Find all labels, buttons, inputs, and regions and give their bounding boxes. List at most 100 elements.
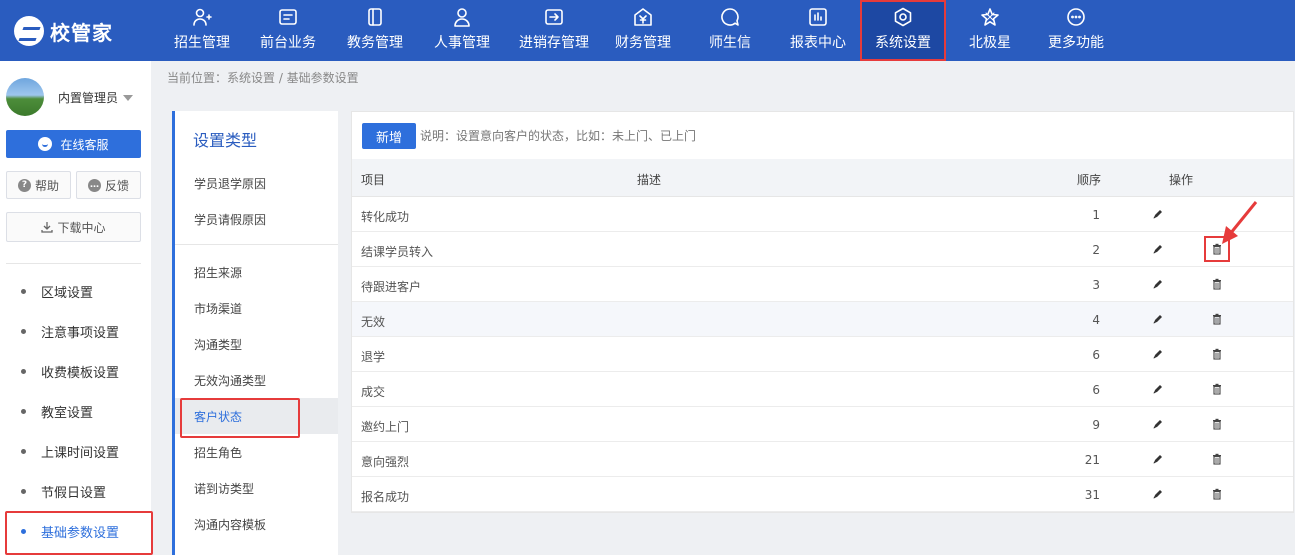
edit-icon[interactable]	[1152, 243, 1164, 255]
nav-item-2[interactable]: 教务管理	[332, 0, 418, 61]
column-header-order: 顺序	[1077, 173, 1102, 187]
inbox-arrow-icon	[544, 7, 564, 27]
category-item[interactable]: 沟通类型	[175, 326, 338, 362]
row-item: 待跟进客户	[361, 280, 422, 294]
chat-bubble-icon	[720, 7, 740, 27]
delete-icon[interactable]	[1211, 488, 1223, 500]
sidebar-menu-item[interactable]: 基础参数设置	[0, 511, 153, 555]
row-order: 2	[1092, 243, 1100, 257]
nav-item-5[interactable]: 财务管理	[602, 0, 684, 61]
bullet-icon	[21, 288, 26, 294]
feedback-button[interactable]: … 反馈	[76, 171, 141, 199]
category-divider	[175, 244, 338, 245]
nav-item-6[interactable]: 师生信	[684, 0, 776, 61]
nav-item-8[interactable]: 系统设置	[860, 0, 946, 61]
delete-icon[interactable]	[1211, 278, 1223, 290]
row-item: 退学	[361, 350, 386, 364]
delete-icon[interactable]	[1211, 383, 1223, 395]
category-item[interactable]: 学员请假原因	[175, 201, 338, 237]
delete-icon[interactable]	[1211, 348, 1223, 360]
nav-item-label: 报表中心	[790, 35, 846, 51]
category-item[interactable]: 沟通内容模板	[175, 506, 338, 542]
nav-item-label: 招生管理	[174, 35, 230, 51]
category-item[interactable]: 招生来源	[175, 254, 338, 290]
category-panel-title: 设置类型	[193, 131, 258, 150]
download-label: 下载中心	[57, 220, 106, 235]
user-name: 内置管理员	[58, 90, 119, 105]
add-button[interactable]: 新增	[362, 123, 416, 149]
row-order: 31	[1084, 488, 1100, 502]
nav-item-3[interactable]: 人事管理	[418, 0, 506, 61]
nav-item-0[interactable]: 招生管理	[160, 0, 244, 61]
category-item[interactable]: 客户状态	[175, 398, 338, 438]
person-add-icon	[192, 7, 212, 27]
edit-icon[interactable]	[1152, 418, 1164, 430]
edit-icon[interactable]	[1152, 278, 1164, 290]
sidebar-menu-item[interactable]: 收费模板设置	[0, 351, 151, 391]
edit-icon[interactable]	[1152, 313, 1164, 325]
table-row: 报名成功 31	[352, 477, 1293, 512]
category-item[interactable]: 学员退学原因	[175, 165, 338, 201]
nav-item-label: 系统设置	[875, 35, 931, 51]
question-icon: ?	[17, 178, 31, 192]
nav-item-4[interactable]: 进销存管理	[506, 0, 602, 61]
online-service-button[interactable]: 在线客服	[6, 130, 141, 158]
feedback-label: 反馈	[104, 178, 129, 193]
breadcrumb: 当前位置：系统设置 / 基础参数设置	[167, 71, 359, 85]
row-order: 6	[1092, 383, 1100, 397]
table-row: 转化成功 1	[352, 197, 1293, 232]
sidebar-menu-item[interactable]: 区域设置	[0, 271, 151, 311]
delete-icon[interactable]	[1211, 453, 1223, 465]
nav-item-label: 人事管理	[434, 35, 490, 51]
bullet-icon	[21, 528, 26, 534]
edit-icon[interactable]	[1152, 348, 1164, 360]
sidebar-menu-item[interactable]: 注意事项设置	[0, 311, 151, 351]
nav-item-1[interactable]: 前台业务	[244, 0, 332, 61]
edit-icon[interactable]	[1152, 383, 1164, 395]
category-item[interactable]: 市场渠道	[175, 290, 338, 326]
row-order: 3	[1092, 278, 1100, 292]
yen-house-icon	[633, 7, 653, 27]
sidebar-menu-item[interactable]: 教室设置	[0, 391, 151, 431]
more-dots-icon	[1066, 7, 1086, 27]
ellipsis-bubble-icon: …	[87, 178, 101, 192]
row-order: 1	[1092, 208, 1100, 222]
bullet-icon	[21, 488, 26, 494]
table-row: 邀约上门 9	[352, 407, 1293, 442]
nav-item-label: 更多功能	[1048, 35, 1104, 51]
edit-icon[interactable]	[1152, 453, 1164, 465]
row-order: 4	[1092, 313, 1100, 327]
bullet-icon	[21, 368, 26, 374]
top-navigation-bar: 校管家 招生管理 前台业务 教务管理 人事管理 进销存管理 财务管理 师生信 报表中心 系统设置…	[0, 0, 1295, 61]
row-order: 9	[1092, 418, 1100, 432]
download-center-button[interactable]: 下载中心	[6, 212, 141, 242]
category-item[interactable]: 无效沟通类型	[175, 362, 338, 398]
nav-item-9[interactable]: 北极星	[946, 0, 1034, 61]
user-profile[interactable]: 内置管理员	[6, 77, 146, 117]
row-item: 邀约上门	[361, 420, 410, 434]
sidebar-menu-item[interactable]: 节假日设置	[0, 471, 151, 511]
online-service-label: 在线客服	[60, 137, 109, 152]
edit-icon[interactable]	[1152, 208, 1164, 220]
help-button[interactable]: ? 帮助	[6, 171, 71, 199]
person-icon	[452, 7, 472, 27]
logo-text: 校管家	[50, 20, 113, 45]
category-item[interactable]: 诺到访类型	[175, 470, 338, 506]
bullet-icon	[21, 448, 26, 454]
nav-item-label: 北极星	[969, 35, 1011, 51]
logo[interactable]: 校管家	[14, 14, 113, 48]
delete-icon[interactable]	[1211, 313, 1223, 325]
edit-icon[interactable]	[1152, 488, 1164, 500]
row-item: 结课学员转入	[361, 245, 434, 259]
nav-item-label: 财务管理	[615, 35, 671, 51]
delete-icon[interactable]	[1211, 418, 1223, 430]
star-icon	[980, 7, 1000, 27]
category-item[interactable]: 招生角色	[175, 434, 338, 470]
nav-item-label: 前台业务	[260, 35, 316, 51]
table-header: 项目 描述 顺序 操作	[352, 159, 1293, 197]
nav-item-7[interactable]: 报表中心	[776, 0, 860, 61]
table-row: 退学 6	[352, 337, 1293, 372]
nav-item-10[interactable]: 更多功能	[1034, 0, 1118, 61]
left-sidebar: 内置管理员 在线客服 ? 帮助 … 反馈 下载中心 区域设置 注意事项设置 收费模板…	[0, 61, 153, 555]
sidebar-menu-item[interactable]: 上课时间设置	[0, 431, 151, 471]
